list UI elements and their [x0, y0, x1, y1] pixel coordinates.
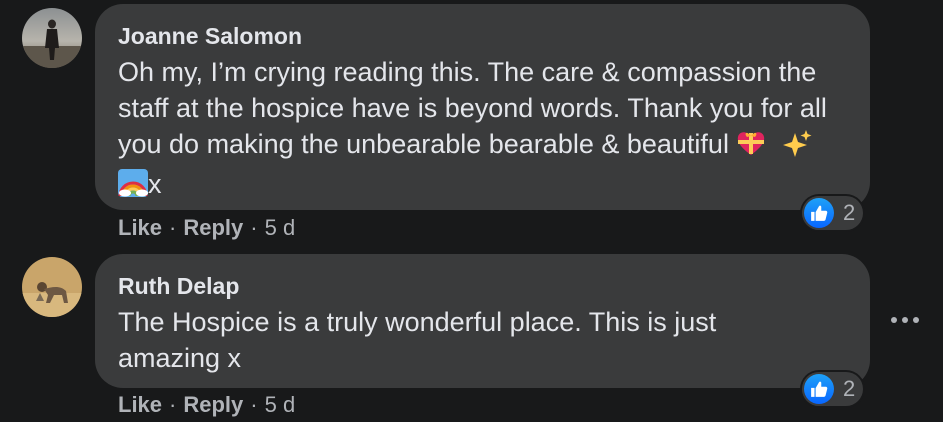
- separator-dot: ·: [169, 215, 177, 240]
- more-options-icon[interactable]: [885, 300, 925, 340]
- comment-actions: Like · Reply · 5 d: [118, 391, 295, 419]
- separator-dot: ·: [169, 392, 177, 417]
- rainbow-icon: [118, 169, 148, 206]
- avatar-photo-icon: [22, 8, 82, 68]
- reaction-summary[interactable]: 2: [802, 196, 864, 230]
- comment-actions: Like · Reply · 5 d: [118, 214, 295, 242]
- like-link[interactable]: Like: [118, 391, 162, 419]
- reaction-count: 2: [843, 200, 856, 225]
- thumbs-up-icon: [804, 198, 834, 228]
- comment-author[interactable]: Ruth Delap: [118, 272, 846, 300]
- dot: [913, 317, 919, 323]
- reaction-summary[interactable]: 2: [802, 372, 864, 406]
- separator-dot: ·: [250, 392, 258, 417]
- like-link[interactable]: Like: [118, 214, 162, 242]
- heart-with-ribbon-icon: [736, 129, 766, 166]
- reaction-count: 2: [843, 376, 856, 401]
- comment-author[interactable]: Joanne Salomon: [118, 22, 846, 50]
- comment-text: The Hospice is a truly wonderful place. …: [118, 307, 717, 373]
- sparkles-icon: [782, 129, 812, 166]
- comment-bubble: Joanne Salomon Oh my, I’m crying reading…: [95, 4, 870, 210]
- avatar[interactable]: [22, 8, 82, 68]
- comment-timestamp[interactable]: 5 d: [265, 214, 296, 242]
- comment: Ruth Delap The Hospice is a truly wonder…: [0, 250, 943, 422]
- avatar[interactable]: [22, 257, 82, 317]
- comment-text-suffix: x: [148, 169, 162, 199]
- comment-text-body: Oh my, I’m crying reading this. The care…: [118, 57, 827, 159]
- comment: Joanne Salomon Oh my, I’m crying reading…: [0, 0, 943, 250]
- comment-text: Oh my, I’m crying reading this. The care…: [118, 54, 846, 206]
- comment-timestamp[interactable]: 5 d: [265, 391, 296, 419]
- dot: [891, 317, 897, 323]
- separator-dot: ·: [250, 215, 258, 240]
- comment-bubble: Ruth Delap The Hospice is a truly wonder…: [95, 254, 870, 388]
- thumbs-up-icon: [804, 374, 834, 404]
- reply-link[interactable]: Reply: [183, 214, 243, 242]
- dot: [902, 317, 908, 323]
- reply-link[interactable]: Reply: [183, 391, 243, 419]
- avatar-photo-icon: [22, 257, 82, 317]
